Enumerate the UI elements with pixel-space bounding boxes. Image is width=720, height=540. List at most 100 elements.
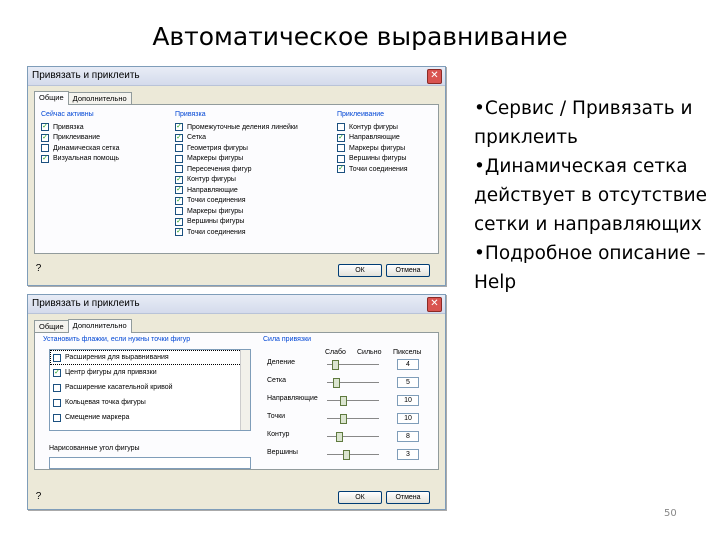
checkbox-row[interactable]: ✓ Сетка bbox=[175, 133, 298, 144]
slider-thumb[interactable] bbox=[333, 378, 341, 388]
slide-title: Автоматическое выравнивание bbox=[152, 22, 568, 51]
checkbox-label: Привязка bbox=[53, 123, 84, 131]
checkbox-row[interactable]: Контур фигуры bbox=[337, 122, 408, 133]
slider-value[interactable]: 8 bbox=[397, 431, 419, 442]
checkbox-row[interactable]: ✓ Приклеивание bbox=[41, 133, 120, 144]
checkbox-row[interactable]: Маркеры фигуры bbox=[175, 206, 298, 217]
checkbox-label: Направляющие bbox=[187, 186, 238, 194]
checkbox-checked[interactable]: ✓ bbox=[53, 368, 61, 377]
checkbox-unchecked[interactable] bbox=[175, 165, 183, 174]
cancel-button[interactable]: Отмена bbox=[386, 491, 430, 504]
checkbox-row[interactable]: ✓ Контур фигуры bbox=[175, 175, 298, 186]
group-heading: Сейчас активны bbox=[41, 111, 94, 118]
slider-thumb[interactable] bbox=[340, 414, 347, 424]
checkbox-checked[interactable]: ✓ bbox=[175, 186, 183, 195]
checkbox-row[interactable]: ✓ Визуальная помощь bbox=[41, 154, 120, 165]
slider-track[interactable] bbox=[327, 378, 379, 388]
checkbox-checked[interactable]: ✓ bbox=[175, 123, 183, 132]
checkbox-unchecked[interactable] bbox=[53, 353, 61, 362]
list-item[interactable]: ✓ Центр фигуры для привязки bbox=[50, 365, 250, 380]
list-item[interactable]: Расширения для выравнивания bbox=[50, 350, 250, 365]
checkbox-checked[interactable]: ✓ bbox=[337, 165, 345, 174]
checkbox-row[interactable]: ✓ Точки соединения bbox=[337, 164, 408, 175]
slider-value[interactable]: 5 bbox=[397, 377, 419, 388]
dialog-titlebar: Привязать и приклеить ✕ bbox=[28, 295, 445, 314]
slider-label: Контур bbox=[267, 431, 290, 438]
checkbox-unchecked[interactable] bbox=[337, 154, 345, 163]
checkbox-unchecked[interactable] bbox=[175, 207, 183, 216]
checkbox-label: Пересечения фигур bbox=[187, 165, 252, 173]
checkbox-unchecked[interactable] bbox=[337, 123, 345, 132]
angle-input[interactable] bbox=[49, 457, 251, 469]
slider-thumb[interactable] bbox=[340, 396, 347, 406]
tab-advanced[interactable]: Дополнительно bbox=[67, 319, 132, 333]
slider-value[interactable]: 10 bbox=[397, 413, 419, 424]
checkbox-row[interactable]: ✓ Точки соединения bbox=[175, 227, 298, 238]
checkbox-checked[interactable]: ✓ bbox=[41, 154, 49, 163]
checkbox-label: Контур фигуры bbox=[349, 123, 398, 131]
slider-track[interactable] bbox=[327, 450, 379, 460]
checkbox-checked[interactable]: ✓ bbox=[41, 133, 49, 142]
checkbox-checked[interactable]: ✓ bbox=[175, 196, 183, 205]
snap-glue-dialog-general: Привязать и приклеить ✕ Общие Дополнитель… bbox=[27, 66, 446, 286]
list-heading: Установить флажки, если нужны точки фигу… bbox=[43, 336, 191, 343]
checkbox-row[interactable]: Геометрия фигуры bbox=[175, 143, 298, 154]
dialog-titlebar: Привязать и приклеить ✕ bbox=[28, 67, 445, 86]
checkbox-checked[interactable]: ✓ bbox=[337, 133, 345, 142]
list-item-label: Расширение касательной кривой bbox=[65, 384, 173, 391]
checkbox-unchecked[interactable] bbox=[53, 398, 61, 407]
checkbox-unchecked[interactable] bbox=[175, 144, 183, 153]
checkbox-unchecked[interactable] bbox=[41, 144, 49, 153]
scrollbar[interactable] bbox=[240, 350, 250, 430]
checkbox-checked[interactable]: ✓ bbox=[175, 133, 183, 142]
strength-heading: Сила привязки bbox=[263, 336, 312, 343]
checkbox-row[interactable]: ✓ Направляющие bbox=[337, 133, 408, 144]
checkbox-label: Приклеивание bbox=[53, 134, 101, 142]
slider-value[interactable]: 4 bbox=[397, 359, 419, 370]
checkbox-unchecked[interactable] bbox=[53, 383, 61, 392]
checkbox-row[interactable]: Пересечения фигур bbox=[175, 164, 298, 175]
tab-general[interactable]: Общие bbox=[34, 91, 69, 105]
checkbox-checked[interactable]: ✓ bbox=[175, 217, 183, 226]
ok-button[interactable]: ОК bbox=[338, 264, 382, 277]
checkbox-checked[interactable]: ✓ bbox=[41, 123, 49, 132]
slider-thumb[interactable] bbox=[342, 450, 350, 460]
snap-points-list[interactable]: Расширения для выравнивания ✓ Центр фигуры… bbox=[49, 349, 251, 431]
slider-value[interactable]: 10 bbox=[397, 395, 419, 406]
checkbox-row[interactable]: ✓ Вершины фигуры bbox=[175, 217, 298, 228]
cancel-button[interactable]: Отмена bbox=[386, 264, 430, 277]
list-item[interactable]: Смещение маркера bbox=[50, 410, 250, 425]
slider-track[interactable] bbox=[327, 414, 379, 424]
slider-label: Сетка bbox=[267, 377, 287, 384]
slider-track[interactable] bbox=[327, 396, 379, 406]
tab-strip: Общие Дополнительно bbox=[34, 91, 132, 105]
checkbox-unchecked[interactable] bbox=[337, 144, 345, 153]
slider-track[interactable] bbox=[327, 432, 379, 442]
list-item[interactable]: Кольцевая точка фигуры bbox=[50, 395, 250, 410]
slider-thumb[interactable] bbox=[336, 432, 344, 442]
list-item[interactable]: Расширение касательной кривой bbox=[50, 380, 250, 395]
checkbox-row[interactable]: Динамическая сетка bbox=[41, 143, 120, 154]
checkbox-row[interactable]: Маркеры фигуры bbox=[337, 143, 408, 154]
checkbox-row[interactable]: Маркеры фигуры bbox=[175, 154, 298, 165]
help-icon[interactable]: ? bbox=[33, 491, 44, 502]
slider-value[interactable]: 3 bbox=[397, 449, 419, 460]
checkbox-checked[interactable]: ✓ bbox=[175, 175, 183, 184]
close-icon[interactable]: ✕ bbox=[427, 69, 442, 84]
list-item-label: Смещение маркера bbox=[65, 414, 130, 421]
slider-thumb[interactable] bbox=[332, 360, 340, 370]
checkbox-row[interactable]: Вершины фигуры bbox=[337, 154, 408, 165]
ok-button[interactable]: ОК bbox=[338, 491, 382, 504]
slider-track[interactable] bbox=[327, 360, 379, 370]
checkbox-unchecked[interactable] bbox=[175, 154, 183, 163]
weak-label: Слабо bbox=[325, 349, 346, 356]
checkbox-row[interactable]: ✓ Направляющие bbox=[175, 185, 298, 196]
checkbox-row[interactable]: ✓ Привязка bbox=[41, 122, 120, 133]
checkbox-checked[interactable]: ✓ bbox=[175, 228, 183, 237]
checkbox-row[interactable]: ✓ Точки соединения bbox=[175, 196, 298, 207]
help-icon[interactable]: ? bbox=[33, 263, 44, 274]
slider-label: Направляющие bbox=[267, 395, 318, 402]
checkbox-row[interactable]: ✓ Промежуточные деления линейки bbox=[175, 122, 298, 133]
close-icon[interactable]: ✕ bbox=[427, 297, 442, 312]
checkbox-unchecked[interactable] bbox=[53, 413, 61, 422]
